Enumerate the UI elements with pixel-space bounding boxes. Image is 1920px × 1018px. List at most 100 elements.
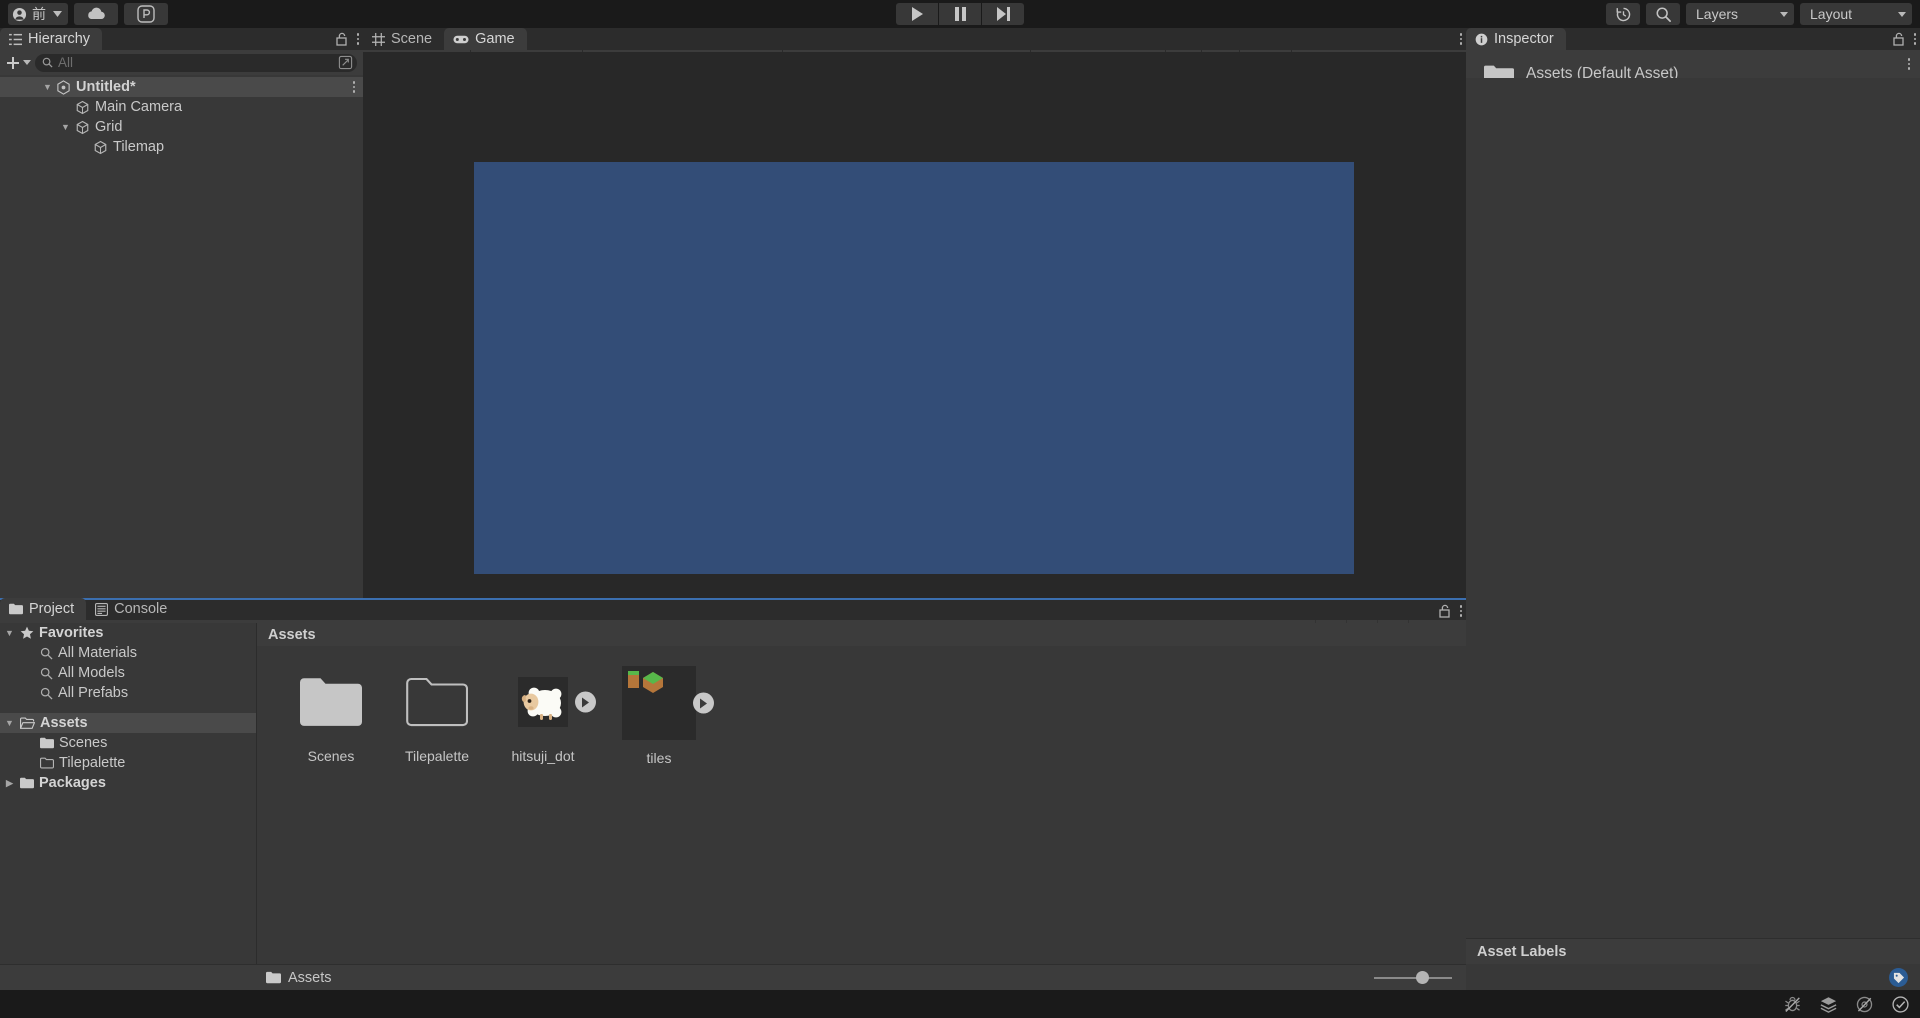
project-tree-item-packages[interactable]: ▶ Packages — [0, 773, 256, 793]
chevron-right-icon[interactable]: ▶ — [4, 778, 15, 789]
project-tree-item-assets[interactable]: ▼ Assets — [0, 713, 256, 733]
hierarchy-item-untitled[interactable]: ▼ Untitled* — [0, 77, 363, 97]
search-icon — [1655, 6, 1672, 23]
star-icon — [20, 626, 34, 640]
project-tree-item-tilepalette[interactable]: Tilepalette — [0, 753, 256, 773]
tag-icon[interactable] — [1889, 968, 1908, 987]
hierarchy-item-label: Tilemap — [113, 139, 164, 155]
layers-dropdown[interactable]: Layers — [1686, 3, 1794, 25]
chevron-down-icon[interactable]: ▼ — [42, 82, 53, 92]
step-icon — [996, 7, 1010, 21]
project-tree-item-label: All Models — [58, 665, 125, 681]
step-button[interactable] — [982, 3, 1024, 25]
folder-icon — [20, 777, 34, 789]
gameview-tabbar: Scene Game — [363, 28, 1466, 50]
folder-outline-icon — [40, 757, 54, 769]
tab-scene-label: Scene — [391, 31, 432, 47]
project-breadcrumb-label: Assets — [288, 970, 332, 986]
unity-services-icon — [137, 5, 155, 23]
check-circle-icon[interactable] — [1890, 994, 1910, 1014]
chevron-down-icon[interactable]: ▼ — [60, 122, 71, 132]
zoom-slider-track[interactable] — [1374, 977, 1452, 979]
game-rendered-screen — [474, 162, 1354, 574]
lock-open-icon[interactable] — [1893, 32, 1905, 46]
project-tree-item-label: Tilepalette — [59, 755, 125, 771]
cloud-icon — [86, 7, 106, 21]
pause-button[interactable] — [939, 3, 981, 25]
main-toolbar: 前 — [0, 0, 1920, 28]
asset-grid-zoom-slider[interactable] — [1374, 977, 1452, 979]
lock-open-icon[interactable] — [336, 32, 348, 46]
play-badge-icon[interactable] — [693, 693, 714, 714]
hierarchy-item-label: Grid — [95, 119, 122, 135]
gamepad-icon — [453, 34, 469, 45]
tab-console-label: Console — [114, 601, 167, 617]
tab-game[interactable]: Game — [444, 28, 527, 50]
asset-item-tilepalette[interactable]: Tilepalette — [391, 664, 483, 766]
tab-project-label: Project — [29, 601, 74, 617]
account-button[interactable]: 前 — [8, 3, 68, 25]
project-asset-grid-area: Assets Scenes Tilepalette — [257, 623, 1466, 964]
folder-icon — [266, 971, 281, 984]
asset-labels-header: Asset Labels — [1466, 938, 1920, 964]
cloud-button[interactable] — [74, 3, 118, 25]
kebab-menu-icon[interactable] — [353, 81, 356, 93]
search-expand-icon[interactable] — [338, 55, 353, 70]
folder-open-icon — [20, 717, 35, 730]
bug-off-icon[interactable] — [1782, 994, 1802, 1014]
tab-hierarchy-label: Hierarchy — [28, 31, 90, 47]
search-icon — [40, 667, 53, 680]
project-tree-item-all-materials[interactable]: All Materials — [0, 643, 256, 663]
undo-history-button[interactable] — [1606, 3, 1640, 25]
asset-item-hitsuji-dot[interactable]: hitsuji_dot — [497, 664, 589, 766]
gameobject-icon — [75, 120, 90, 135]
play-icon — [911, 7, 924, 21]
kebab-menu-icon[interactable] — [1914, 33, 1917, 45]
hierarchy-add-button[interactable] — [6, 56, 31, 70]
play-button[interactable] — [896, 3, 938, 25]
lock-open-icon[interactable] — [1439, 604, 1451, 618]
play-badge-icon[interactable] — [575, 692, 596, 713]
hierarchy-search-input[interactable]: All — [35, 54, 357, 72]
project-tree-item-scenes[interactable]: Scenes — [0, 733, 256, 753]
project-tree-item-favorites[interactable]: ▼ Favorites — [0, 623, 256, 643]
plus-icon — [6, 56, 20, 70]
tab-inspector[interactable]: Inspector — [1466, 28, 1566, 50]
no-eye-icon[interactable] — [1854, 994, 1874, 1014]
hierarchy-item-tilemap[interactable]: Tilemap — [0, 137, 363, 157]
sprite-sheep-preview — [518, 677, 568, 727]
game-view-canvas[interactable] — [363, 52, 1466, 598]
tab-scene[interactable]: Scene — [363, 28, 444, 50]
kebab-menu-icon[interactable] — [1460, 605, 1463, 617]
account-label: 前 — [32, 4, 46, 24]
chevron-down-icon[interactable]: ▼ — [4, 718, 15, 728]
asset-item-scenes[interactable]: Scenes — [285, 664, 377, 766]
asset-thumbnail — [293, 664, 369, 740]
gameview-tab-tools — [1460, 28, 1463, 50]
project-folder-tree: ▼ Favorites All Materials All — [0, 623, 257, 964]
tab-console[interactable]: Console — [86, 598, 179, 620]
kebab-menu-icon[interactable] — [357, 33, 360, 45]
project-tree-item-all-models[interactable]: All Models — [0, 663, 256, 683]
layout-dropdown[interactable]: Layout — [1800, 3, 1912, 25]
search-button[interactable] — [1646, 3, 1680, 25]
kebab-menu-icon[interactable] — [1908, 58, 1911, 70]
asset-item-label: Tilepalette — [405, 748, 469, 764]
hierarchy-item-grid[interactable]: ▼ Grid — [0, 117, 363, 137]
chevron-down-icon[interactable]: ▼ — [4, 628, 15, 638]
scene-icon — [56, 80, 71, 95]
kebab-menu-icon[interactable] — [1460, 33, 1463, 45]
asset-grid-header-label: Assets — [268, 627, 316, 643]
tab-hierarchy[interactable]: Hierarchy — [0, 28, 102, 50]
services-button[interactable] — [124, 3, 168, 25]
asset-item-label: Scenes — [308, 748, 355, 764]
zoom-slider-knob[interactable] — [1416, 971, 1429, 984]
project-tree-item-label: All Materials — [58, 645, 137, 661]
hierarchy-item-main-camera[interactable]: Main Camera — [0, 97, 363, 117]
project-tab-tools — [1439, 600, 1463, 622]
project-tree-item-all-prefabs[interactable]: All Prefabs — [0, 683, 256, 703]
asset-item-tiles[interactable]: tiles — [613, 664, 705, 766]
tab-project[interactable]: Project — [0, 598, 86, 620]
hierarchy-panel: Hierarchy All — [0, 28, 363, 598]
layers-stack-icon[interactable] — [1818, 994, 1838, 1014]
